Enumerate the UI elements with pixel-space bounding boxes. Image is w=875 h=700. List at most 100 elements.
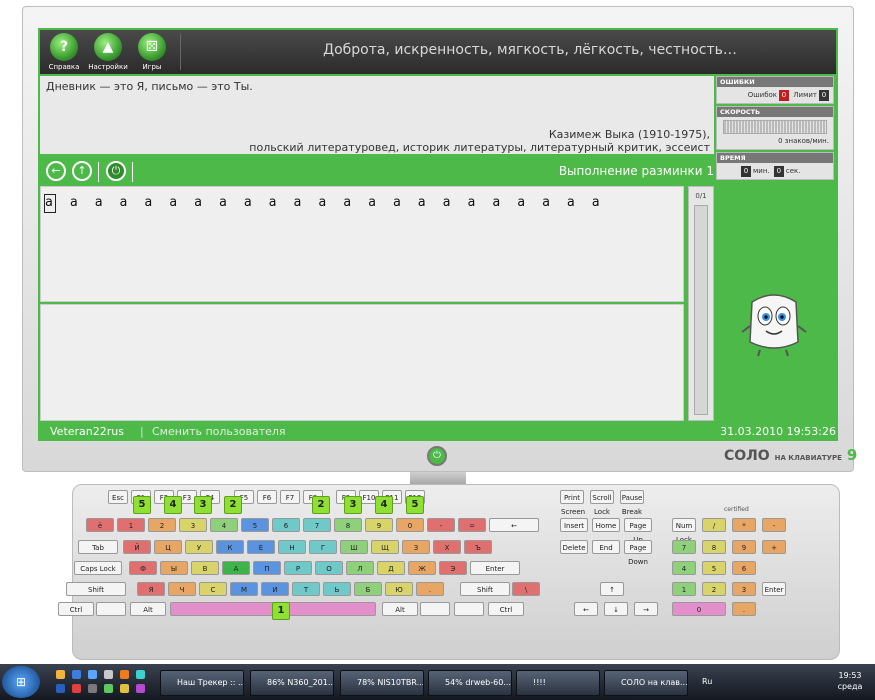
keyboard-certified: certified: [724, 506, 749, 513]
quick-launch-icon[interactable]: [104, 684, 113, 693]
taskbar-task-label: 86% N360_201...: [267, 678, 334, 687]
key-row2-4: К: [216, 540, 244, 554]
top-toolbar: ? Справка ▲ Настройки ⚄ Игры Доброта, ис…: [40, 30, 836, 74]
clock-time: 19:53: [838, 671, 862, 680]
key-row3-1: Ф: [129, 561, 157, 575]
key-numpad-1: /: [702, 518, 726, 532]
key-row1-3: 3: [179, 518, 207, 532]
up-button[interactable]: ↑: [72, 161, 92, 181]
key-row1-10: 0: [396, 518, 424, 532]
power-icon: ⏻: [433, 450, 441, 461]
key-row4-5: И: [261, 582, 289, 596]
key-row5-1: [96, 602, 126, 616]
key-delete: Delete: [560, 540, 588, 554]
key-page-down: Page Down: [624, 540, 652, 566]
key-row4-0: Shift: [66, 582, 126, 596]
key-row3-9: Д: [377, 561, 405, 575]
errors-count: 0: [779, 90, 790, 101]
key-numpad-8: 4: [672, 561, 696, 575]
key-row4-6: Т: [292, 582, 320, 596]
key-row3-11: Э: [439, 561, 467, 575]
key-row2-6: Н: [278, 540, 306, 554]
taskbar-task[interactable]: 86% N360_201...: [250, 670, 334, 696]
back-button[interactable]: ←: [46, 161, 66, 181]
key-row3-8: Л: [346, 561, 374, 575]
finger-marker-left-3: 2: [224, 496, 242, 514]
key-row2-10: З: [402, 540, 430, 554]
taskbar-task[interactable]: 78% NIS10TBR...: [340, 670, 424, 696]
quick-launch-icon[interactable]: [88, 670, 97, 679]
key-row5-6: Ctrl: [488, 602, 524, 616]
quick-launch-icon[interactable]: [120, 670, 129, 679]
key-numpad-3: -: [762, 518, 786, 532]
start-button[interactable]: ⊞: [2, 666, 40, 698]
key-row5-2: Alt: [130, 602, 166, 616]
restart-button[interactable]: ⏻: [106, 161, 126, 181]
taskbar-task[interactable]: Наш Трекер :: ...: [160, 670, 244, 696]
limit-count: 0: [819, 90, 829, 101]
brand-logo: СОЛО НА КЛАВИАТУРЕ 9: [724, 446, 857, 464]
quick-launch-icon[interactable]: [56, 670, 65, 679]
exercise-status: Выполнение разминки 1: [558, 164, 714, 178]
control-divider: [98, 162, 99, 182]
key-row1-9: 9: [365, 518, 393, 532]
brand-sub: НА КЛАВИАТУРЕ: [774, 454, 842, 462]
change-user-link[interactable]: Сменить пользователя: [152, 425, 286, 438]
key-row3-4: А: [222, 561, 250, 575]
key-numpad-5: 8: [702, 540, 726, 554]
key-row1-4: 4: [210, 518, 238, 532]
taskbar-task-label: Наш Трекер :: ...: [177, 678, 244, 687]
separator: |: [140, 425, 144, 438]
key-row4-9: Ю: [385, 582, 413, 596]
key-f6: F6: [257, 490, 277, 504]
finger-marker-left-0: 5: [133, 496, 151, 514]
key-row1-1: 1: [117, 518, 145, 532]
power-icon: ⏻: [111, 164, 121, 177]
errors-title: ОШИБКИ: [717, 77, 833, 87]
key-row2-7: Г: [309, 540, 337, 554]
seconds-label: сек.: [785, 167, 801, 175]
key-esc: Esc: [108, 490, 128, 504]
quick-launch-icon[interactable]: [56, 684, 65, 693]
key-row1-5: 5: [241, 518, 269, 532]
quote-text: Дневник — это Я, письмо — это Ты.: [46, 80, 253, 93]
quick-launch-icon[interactable]: [136, 670, 145, 679]
key-row2-1: Й: [123, 540, 151, 554]
key-row3-3: В: [191, 561, 219, 575]
quick-launch-icon[interactable]: [104, 670, 113, 679]
help-label: Справка: [48, 63, 80, 71]
taskbar-task-label: !!!!: [533, 678, 546, 687]
games-button[interactable]: ⚄ Игры: [130, 32, 174, 72]
key-row4-4: М: [230, 582, 258, 596]
finger-marker-left-2: 3: [194, 496, 212, 514]
taskbar-task-label: 78% NIS10TBR...: [357, 678, 424, 687]
arrow-up-icon: ↑: [77, 164, 87, 177]
quick-launch-icon[interactable]: [120, 684, 129, 693]
key-row4-3: С: [199, 582, 227, 596]
language-indicator[interactable]: Ru: [702, 677, 712, 686]
key-row2-8: Ш: [340, 540, 368, 554]
time-title: ВРЕМЯ: [717, 153, 833, 163]
taskbar-task[interactable]: !!!!: [516, 670, 600, 696]
taskbar-task[interactable]: 54% drweb-60...: [428, 670, 512, 696]
quick-launch-icon[interactable]: [72, 684, 81, 693]
key-home: Home: [592, 518, 620, 532]
quick-launch-icon[interactable]: [72, 670, 81, 679]
quick-launch-icon[interactable]: [88, 684, 97, 693]
monitor-power-button[interactable]: ⏻: [427, 446, 447, 466]
typing-input-area[interactable]: [40, 304, 684, 421]
key-scroll-lock: Scroll Lock: [590, 490, 614, 516]
finger-marker-right-3: 5: [406, 496, 424, 514]
help-button[interactable]: ? Справка: [42, 32, 86, 72]
key-row3-12: Enter: [470, 561, 520, 575]
key-numpad-6: 9: [732, 540, 756, 554]
system-tray: Ru: [698, 674, 818, 692]
settings-button[interactable]: ▲ Настройки: [86, 32, 130, 72]
key-row1-2: 2: [148, 518, 176, 532]
quick-launch-icon[interactable]: [136, 684, 145, 693]
brand-name: СОЛО: [724, 448, 770, 464]
key-arrow-down: ↓: [604, 602, 628, 616]
finger-marker-right-2: 4: [375, 496, 393, 514]
key-row1-8: 8: [334, 518, 362, 532]
taskbar-task[interactable]: СОЛО на клав...: [604, 670, 688, 696]
